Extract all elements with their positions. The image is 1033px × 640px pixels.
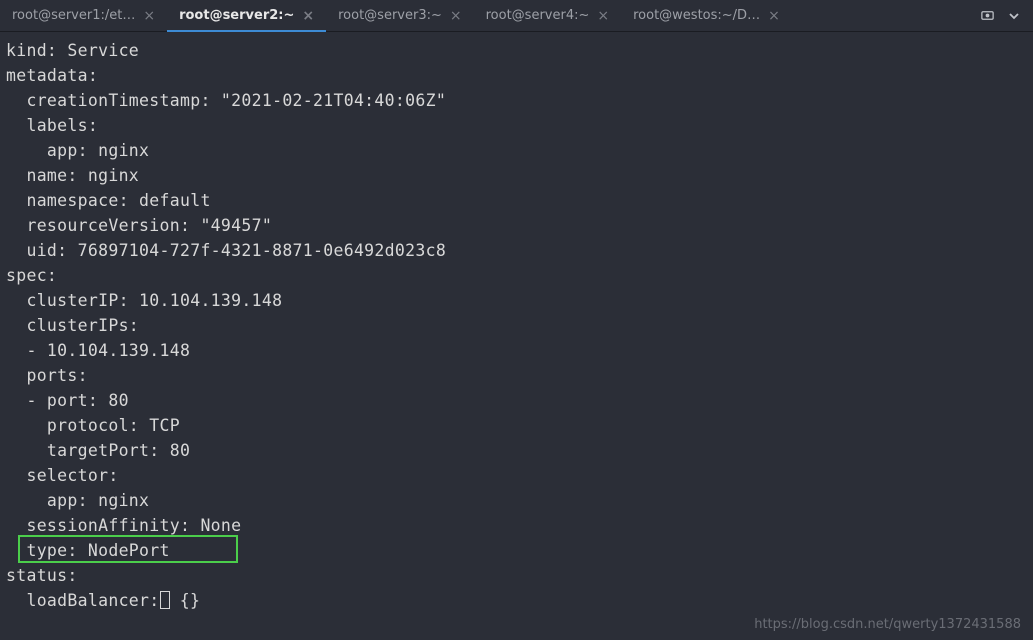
tab-server4[interactable]: root@server4:~ × xyxy=(474,0,622,31)
watermark: https://blog.csdn.net/qwerty1372431588 xyxy=(754,617,1021,632)
terminal-line: uid: 76897104-727f-4321-8871-0e6492d023c… xyxy=(6,238,1027,263)
broadcast-icon[interactable] xyxy=(980,8,995,23)
terminal-line: clusterIP: 10.104.139.148 xyxy=(6,288,1027,313)
terminal-line: app: nginx xyxy=(6,138,1027,163)
terminal-line: sessionAffinity: None xyxy=(6,513,1027,538)
tab-server2[interactable]: root@server2:~ × xyxy=(167,0,326,31)
terminal-line: name: nginx xyxy=(6,163,1027,188)
terminal-line: clusterIPs: xyxy=(6,313,1027,338)
terminal-line: loadBalancer: {} xyxy=(6,588,1027,613)
terminal-line: kind: Service xyxy=(6,38,1027,63)
dropdown-icon[interactable] xyxy=(1009,11,1019,21)
terminal-line: selector: xyxy=(6,463,1027,488)
right-icons xyxy=(980,8,1033,23)
tab-label: root@server4:~ xyxy=(486,8,590,23)
tab-label: root@westos:~/D… xyxy=(633,8,760,23)
terminal-line: ports: xyxy=(6,363,1027,388)
close-icon[interactable]: × xyxy=(597,9,609,23)
terminal-line: namespace: default xyxy=(6,188,1027,213)
terminal-line: labels: xyxy=(6,113,1027,138)
tab-label: root@server3:~ xyxy=(338,8,442,23)
close-icon[interactable]: × xyxy=(143,9,155,23)
terminal-line: status: xyxy=(6,563,1027,588)
terminal-line: resourceVersion: "49457" xyxy=(6,213,1027,238)
close-icon[interactable]: × xyxy=(450,9,462,23)
close-icon[interactable]: × xyxy=(768,9,780,23)
close-icon[interactable]: × xyxy=(302,9,314,23)
terminal-line: metadata: xyxy=(6,63,1027,88)
tab-server1[interactable]: root@server1:/et… × xyxy=(0,0,167,31)
terminal-line: spec: xyxy=(6,263,1027,288)
terminal-content[interactable]: kind: Servicemetadata: creationTimestamp… xyxy=(0,32,1033,619)
terminal-line: - port: 80 xyxy=(6,388,1027,413)
terminal-line: app: nginx xyxy=(6,488,1027,513)
tab-bar: root@server1:/et… × root@server2:~ × roo… xyxy=(0,0,1033,32)
terminal-line: - 10.104.139.148 xyxy=(6,338,1027,363)
terminal-line: type: NodePort xyxy=(6,538,1027,563)
tab-westos[interactable]: root@westos:~/D… × xyxy=(621,0,792,31)
tab-label: root@server1:/et… xyxy=(12,8,135,23)
terminal-line: targetPort: 80 xyxy=(6,438,1027,463)
tab-label: root@server2:~ xyxy=(179,8,294,23)
cursor xyxy=(160,591,170,609)
terminal-line: creationTimestamp: "2021-02-21T04:40:06Z… xyxy=(6,88,1027,113)
terminal-line: protocol: TCP xyxy=(6,413,1027,438)
tab-server3[interactable]: root@server3:~ × xyxy=(326,0,474,31)
